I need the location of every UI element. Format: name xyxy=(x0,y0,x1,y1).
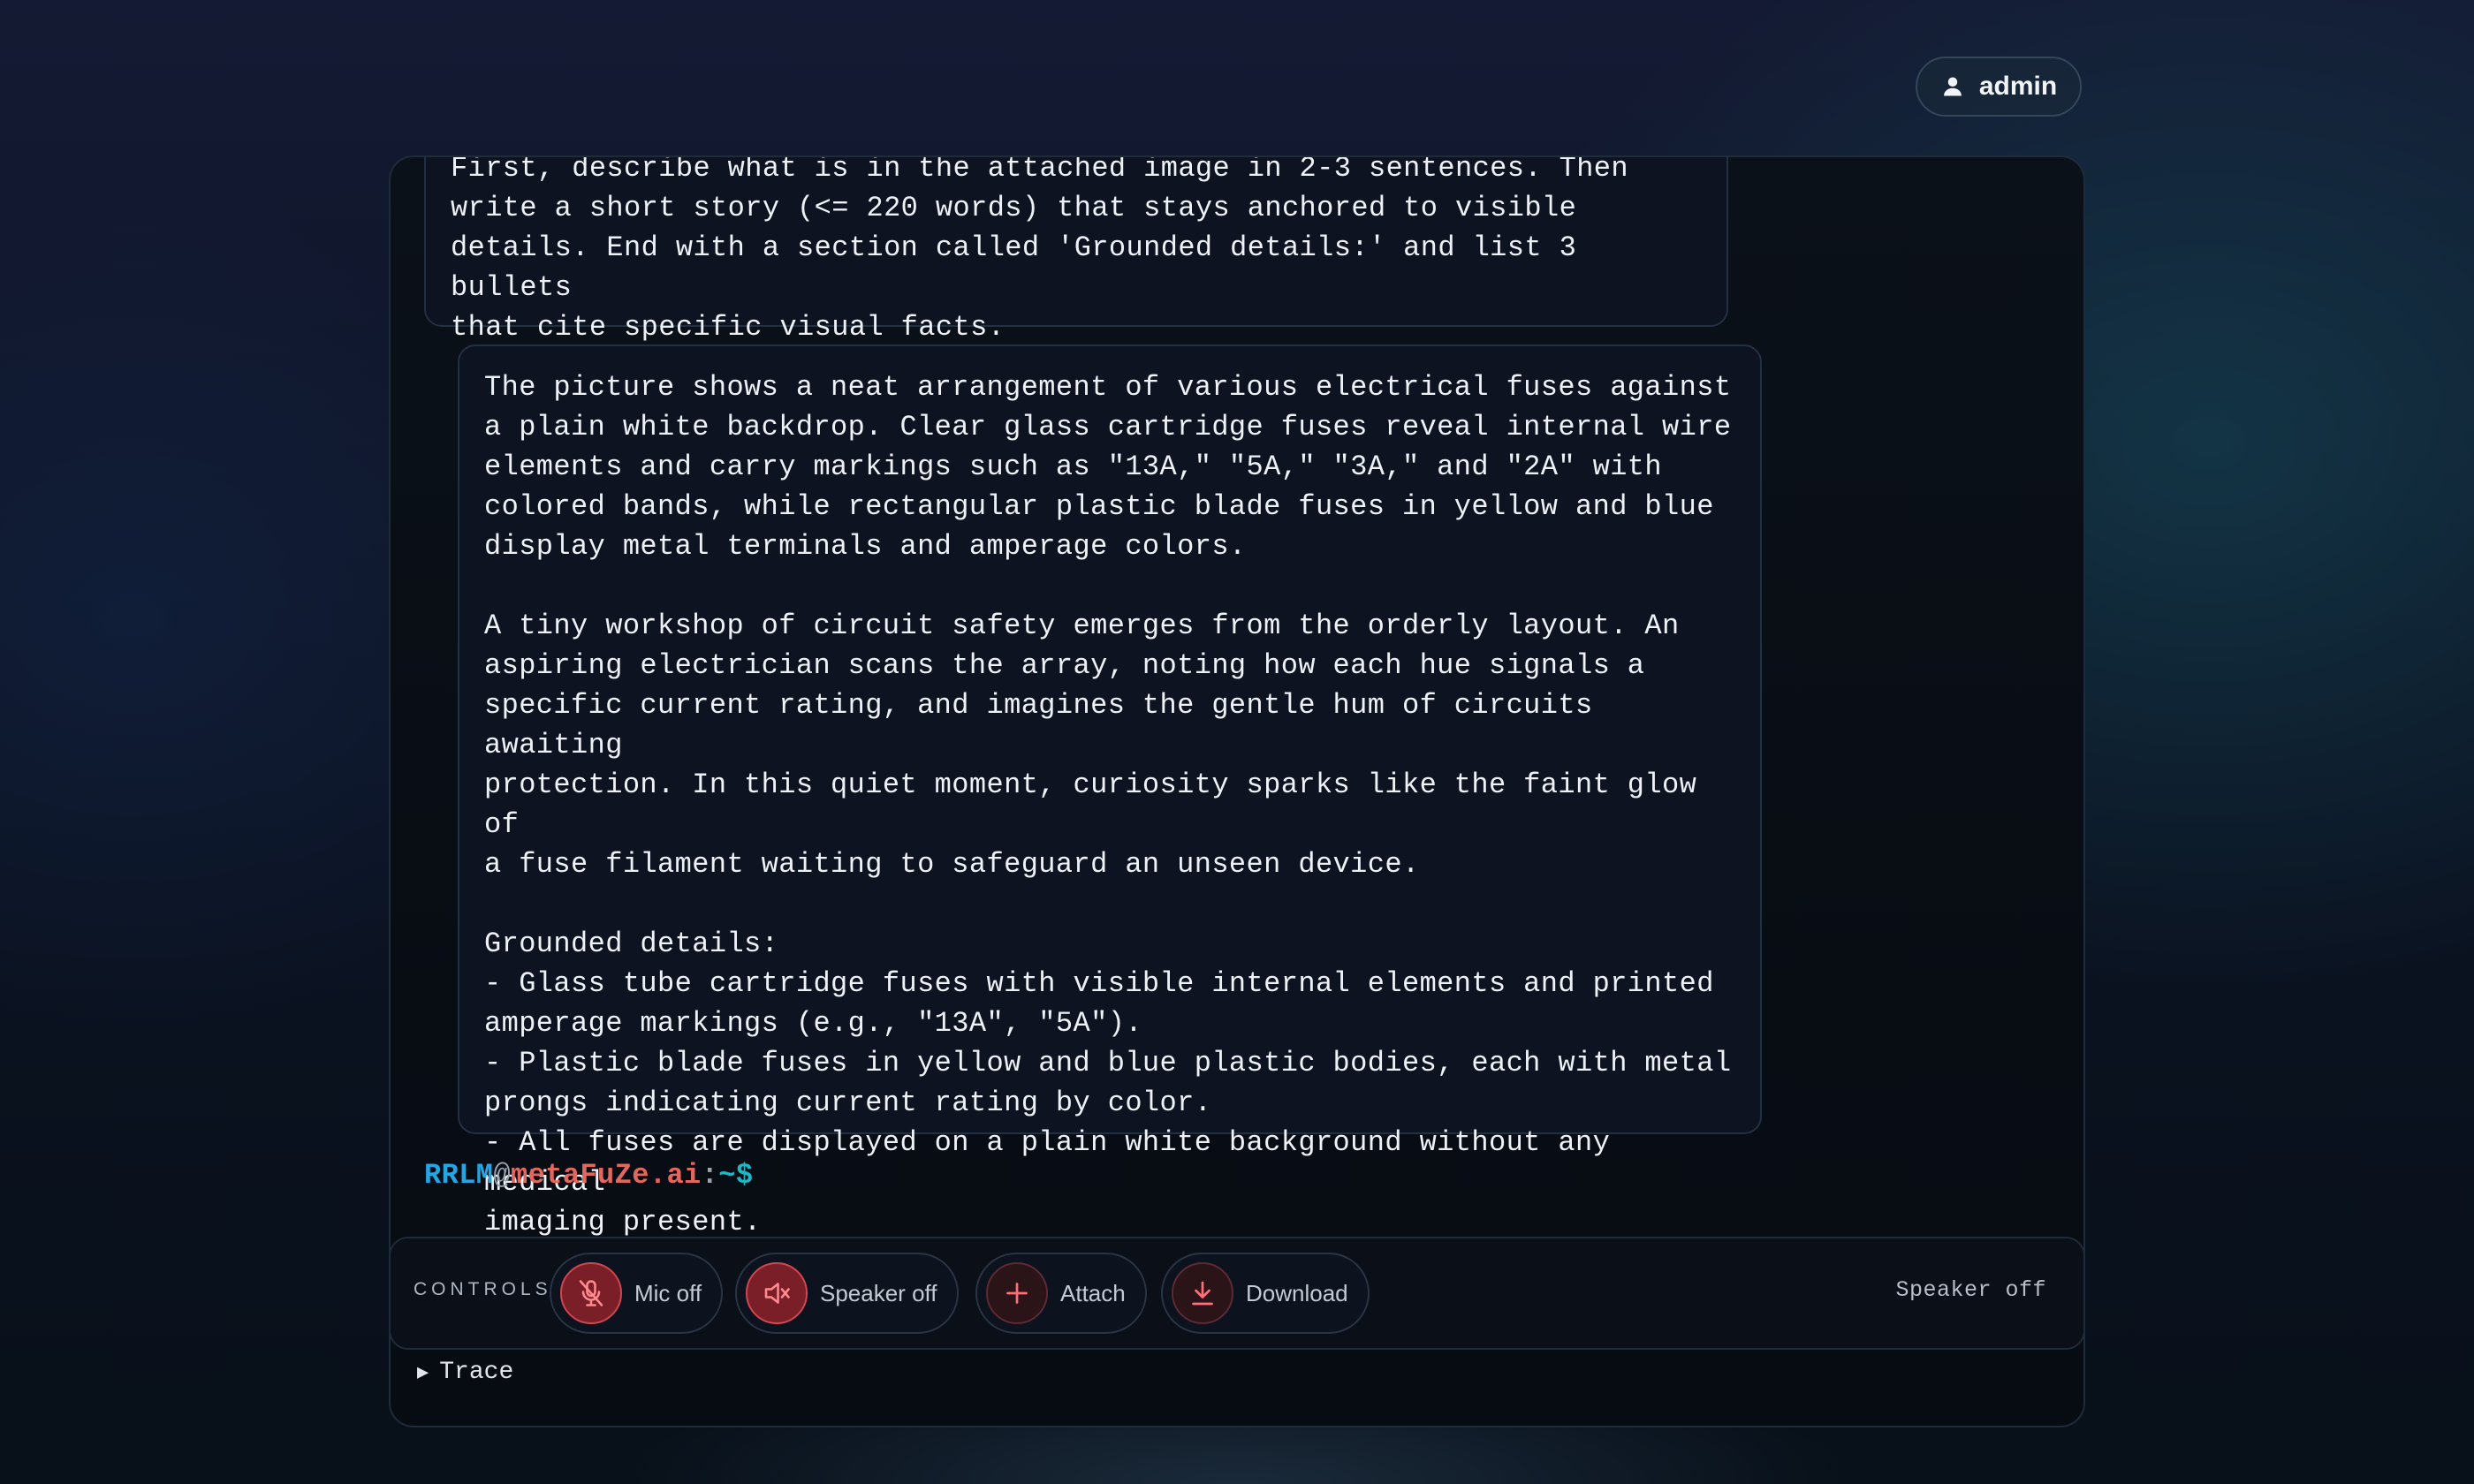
trace-label: Trace xyxy=(439,1359,514,1386)
controls-label: CONTROLS xyxy=(414,1279,552,1299)
prompt-user: RRLM xyxy=(424,1159,494,1192)
download-label: Download xyxy=(1246,1279,1348,1306)
speaker-status: Speaker off xyxy=(1895,1277,2046,1303)
prompt-colon: : xyxy=(701,1159,719,1192)
prompt-path: ~$ xyxy=(718,1159,754,1192)
attach-label: Attach xyxy=(1060,1279,1126,1306)
chat-panel: First, describe what is in the attached … xyxy=(389,155,2085,1427)
controls-bar: CONTROLS Mic off Speaker off Attach Down… xyxy=(391,1237,2083,1350)
terminal-prompt[interactable]: RRLM@metaFuZe.ai:~$ xyxy=(424,1159,754,1192)
mic-off-icon xyxy=(560,1262,622,1324)
speaker-off-icon xyxy=(746,1262,808,1324)
mic-label: Mic off xyxy=(634,1279,702,1306)
triangle-right-icon: ▶ xyxy=(417,1361,429,1384)
user-icon xyxy=(1943,77,1962,96)
user-name: admin xyxy=(1978,72,2058,101)
speaker-label: Speaker off xyxy=(820,1279,937,1306)
assistant-message: The picture shows a neat arrangement of … xyxy=(458,344,1762,1238)
prompt-at: @ xyxy=(493,1159,512,1192)
trace-toggle[interactable]: ▶ Trace xyxy=(417,1359,513,1386)
speaker-toggle-button[interactable]: Speaker off xyxy=(735,1253,959,1334)
mic-toggle-button[interactable]: Mic off xyxy=(550,1253,724,1334)
download-icon xyxy=(1172,1262,1233,1324)
download-button[interactable]: Download xyxy=(1161,1253,1370,1334)
plus-icon xyxy=(986,1262,1048,1324)
attach-button[interactable]: Attach xyxy=(975,1253,1147,1334)
user-message: First, describe what is in the attached … xyxy=(424,157,1728,344)
prompt-host: metaFuZe.ai xyxy=(511,1159,702,1192)
user-menu-button[interactable]: admin xyxy=(1916,57,2082,117)
